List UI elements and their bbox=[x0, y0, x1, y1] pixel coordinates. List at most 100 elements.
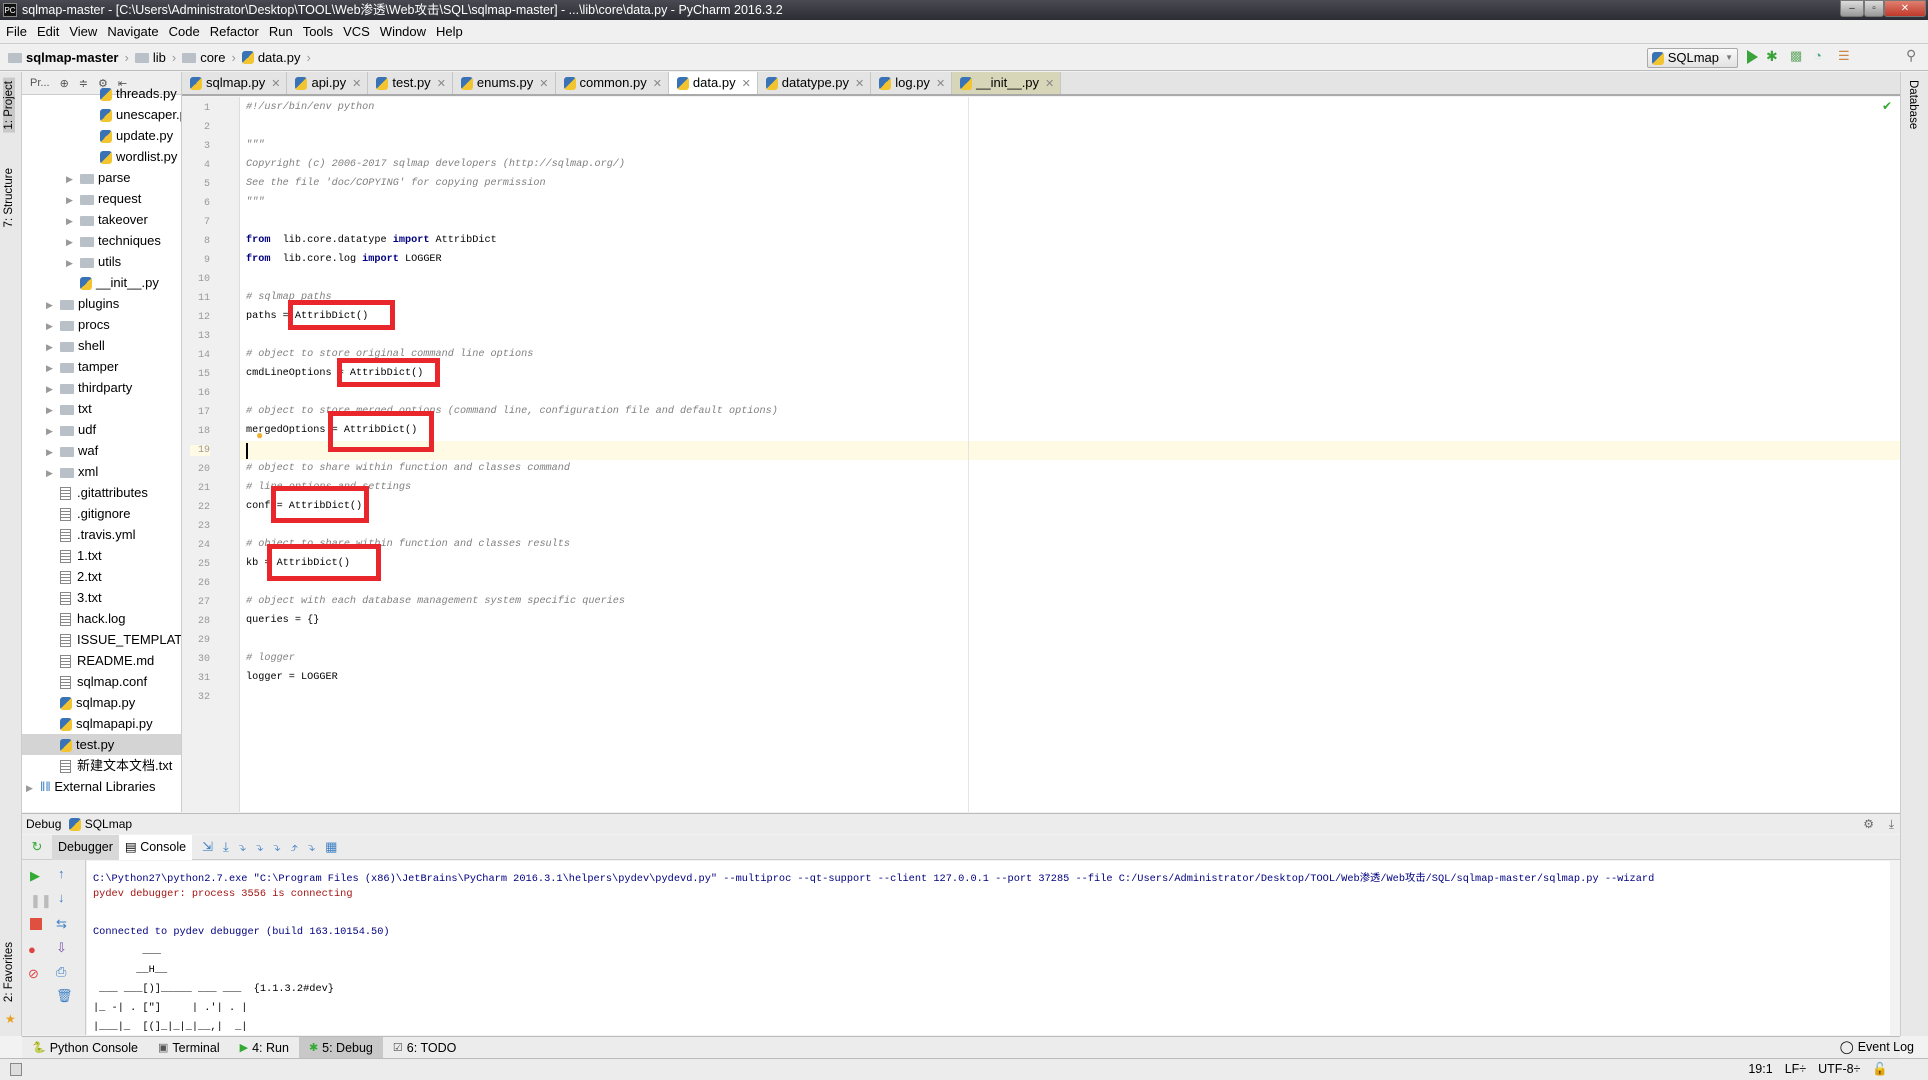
tool-tab-project[interactable]: 1: Project bbox=[3, 78, 15, 133]
tab-initpy[interactable]: __init__.py ✕ bbox=[952, 72, 1062, 94]
file-encoding[interactable]: UTF-8÷ bbox=[1818, 1059, 1860, 1080]
tool-run[interactable]: ▶ 4: Run bbox=[230, 1037, 299, 1059]
tool-tab-structure[interactable]: 7: Structure bbox=[3, 168, 15, 227]
menu-view[interactable]: View bbox=[69, 24, 97, 39]
tree-item[interactable]: 2.txt bbox=[22, 566, 181, 587]
menu-run[interactable]: Run bbox=[269, 24, 293, 39]
cursor-position[interactable]: 19:1 bbox=[1748, 1059, 1772, 1080]
tree-item[interactable]: sqlmap.py bbox=[22, 692, 181, 713]
lock-icon[interactable]: 🔓 bbox=[1872, 1059, 1888, 1080]
tree-item[interactable]: ▶ thirdparty bbox=[22, 377, 181, 398]
panel-toggle-icon[interactable] bbox=[10, 1063, 22, 1076]
maximize-button[interactable]: ▫ bbox=[1864, 0, 1884, 17]
tab-datatypepy[interactable]: datatype.py ✕ bbox=[757, 72, 872, 94]
tree-item[interactable]: 3.txt bbox=[22, 587, 181, 608]
run-icon[interactable] bbox=[1747, 50, 1758, 64]
tab-debugger[interactable]: Debugger bbox=[52, 834, 119, 860]
tree-item[interactable]: ▶ xml bbox=[22, 461, 181, 482]
tree-item[interactable]: __init__.py bbox=[22, 272, 181, 293]
concurrency-icon[interactable]: ☰ bbox=[1838, 48, 1852, 63]
view-breakpoints-icon[interactable]: ● bbox=[28, 942, 36, 957]
rerun-icon[interactable]: ↻ bbox=[22, 839, 52, 855]
tree-item[interactable]: threads.py bbox=[22, 83, 181, 104]
breadcrumb-project[interactable]: sqlmap-master › bbox=[8, 50, 129, 65]
soft-wrap-icon[interactable]: ⇆ bbox=[56, 916, 67, 932]
tool-terminal[interactable]: ▣ Terminal bbox=[148, 1037, 230, 1059]
up-icon[interactable]: ↑ bbox=[58, 866, 65, 881]
menu-help[interactable]: Help bbox=[436, 24, 463, 39]
close-tab-icon[interactable]: ✕ bbox=[1045, 78, 1054, 90]
close-tab-icon[interactable]: ✕ bbox=[742, 78, 751, 90]
tree-item[interactable]: sqlmap.conf bbox=[22, 671, 181, 692]
tree-item[interactable]: update.py bbox=[22, 125, 181, 146]
tree-item[interactable]: test.py bbox=[22, 734, 181, 755]
tab-sqlmappy[interactable]: sqlmap.py ✕ bbox=[182, 72, 288, 94]
tool-tab-favorites[interactable]: 2: Favorites bbox=[3, 942, 15, 1002]
tab-logpy[interactable]: log.py ✕ bbox=[871, 72, 953, 94]
mute-breakpoints-icon[interactable]: ⊘ bbox=[28, 966, 39, 982]
close-tab-icon[interactable]: ✕ bbox=[936, 78, 945, 90]
close-tab-icon[interactable]: ✕ bbox=[539, 78, 548, 90]
scroll-end-icon[interactable]: ⇩ bbox=[56, 940, 67, 956]
menu-file[interactable]: File bbox=[6, 24, 27, 39]
search-icon[interactable]: ⚲ bbox=[1906, 47, 1920, 63]
close-tab-icon[interactable]: ✕ bbox=[352, 78, 361, 90]
minimize-button[interactable]: – bbox=[1840, 0, 1864, 17]
tree-item[interactable]: ▶ waf bbox=[22, 440, 181, 461]
menu-vcs[interactable]: VCS bbox=[343, 24, 370, 39]
tab-commonpy[interactable]: common.py ✕ bbox=[555, 72, 669, 94]
tree-item[interactable]: ▶ txt bbox=[22, 398, 181, 419]
tree-item[interactable]: ▶ techniques bbox=[22, 230, 181, 251]
close-tab-icon[interactable]: ✕ bbox=[653, 78, 662, 90]
stepping-icons[interactable]: ⇲⤓⤵⤵⤵⤴⤵▦ bbox=[202, 839, 347, 855]
close-tab-icon[interactable]: ✕ bbox=[855, 78, 864, 90]
pause-icon[interactable]: ❚❚ bbox=[30, 893, 52, 909]
tab-apipy[interactable]: api.py ✕ bbox=[287, 72, 369, 94]
tree-item[interactable]: ▶ shell bbox=[22, 335, 181, 356]
code-editor[interactable]: ✔ ● #!/usr/bin/env python """ Copyright (c… bbox=[240, 97, 1900, 812]
close-tab-icon[interactable]: ✕ bbox=[271, 78, 280, 90]
tree-item[interactable]: 新建文本文档.txt bbox=[22, 755, 181, 776]
tree-item[interactable]: hack.log bbox=[22, 608, 181, 629]
tree-item[interactable]: .gitattributes bbox=[22, 482, 181, 503]
run-config-select[interactable]: SQLmap ▼ bbox=[1646, 48, 1738, 68]
tab-testpy[interactable]: test.py ✕ bbox=[368, 72, 453, 94]
debug-icon[interactable]: ✱ bbox=[1766, 48, 1780, 64]
tree-item[interactable]: .gitignore bbox=[22, 503, 181, 524]
tree-item[interactable]: unescaper.py bbox=[22, 104, 181, 125]
tree-item[interactable]: sqlmapapi.py bbox=[22, 713, 181, 734]
tool-debug[interactable]: ✱ 5: Debug bbox=[298, 1036, 383, 1059]
tree-item[interactable]: .travis.yml bbox=[22, 524, 181, 545]
trash-icon[interactable]: 🗑 bbox=[56, 988, 73, 1004]
gear-icon[interactable]: ⚙ bbox=[1863, 814, 1874, 835]
tree-item[interactable]: ▶ utils bbox=[22, 251, 181, 272]
coverage-icon[interactable]: ▩ bbox=[1790, 48, 1804, 63]
print-icon[interactable]: ⎙ bbox=[56, 964, 66, 980]
close-tab-icon[interactable]: ✕ bbox=[437, 78, 446, 90]
hide-panel-icon[interactable]: ⤓ bbox=[1889, 814, 1894, 835]
tab-datapy[interactable]: data.py ✕ bbox=[668, 72, 758, 94]
tree-item[interactable]: ▶ plugins bbox=[22, 293, 181, 314]
tree-item[interactable]: 1.txt bbox=[22, 545, 181, 566]
tab-enumspy[interactable]: enums.py ✕ bbox=[452, 72, 556, 94]
tree-item[interactable]: README.md bbox=[22, 650, 181, 671]
tree-item[interactable]: ▶ ǁǁ External Libraries bbox=[22, 776, 181, 797]
event-log-button[interactable]: ◯ Event Log bbox=[1840, 1037, 1914, 1058]
tree-item[interactable]: ▶ udf bbox=[22, 419, 181, 440]
down-icon[interactable]: ↓ bbox=[58, 890, 65, 905]
tree-item[interactable]: ▶ tamper bbox=[22, 356, 181, 377]
stop-icon[interactable] bbox=[30, 918, 42, 930]
breadcrumb-file[interactable]: data.py › bbox=[241, 50, 311, 65]
breadcrumb-core[interactable]: core › bbox=[182, 50, 236, 65]
tree-item[interactable]: ▶ parse bbox=[22, 167, 181, 188]
line-separator[interactable]: LF÷ bbox=[1785, 1059, 1806, 1080]
close-button[interactable]: ✕ bbox=[1884, 0, 1926, 17]
tab-console[interactable]: ▤ Console bbox=[118, 834, 193, 860]
menu-edit[interactable]: Edit bbox=[37, 24, 59, 39]
profile-icon[interactable]: ◔ bbox=[1814, 48, 1828, 63]
tree-item[interactable]: ▶ takeover bbox=[22, 209, 181, 230]
tool-todo[interactable]: ☑ 6: TODO bbox=[383, 1037, 466, 1059]
menu-tools[interactable]: Tools bbox=[303, 24, 333, 39]
tree-item[interactable]: ▶ request bbox=[22, 188, 181, 209]
tool-tab-database[interactable]: Database bbox=[1907, 80, 1919, 129]
